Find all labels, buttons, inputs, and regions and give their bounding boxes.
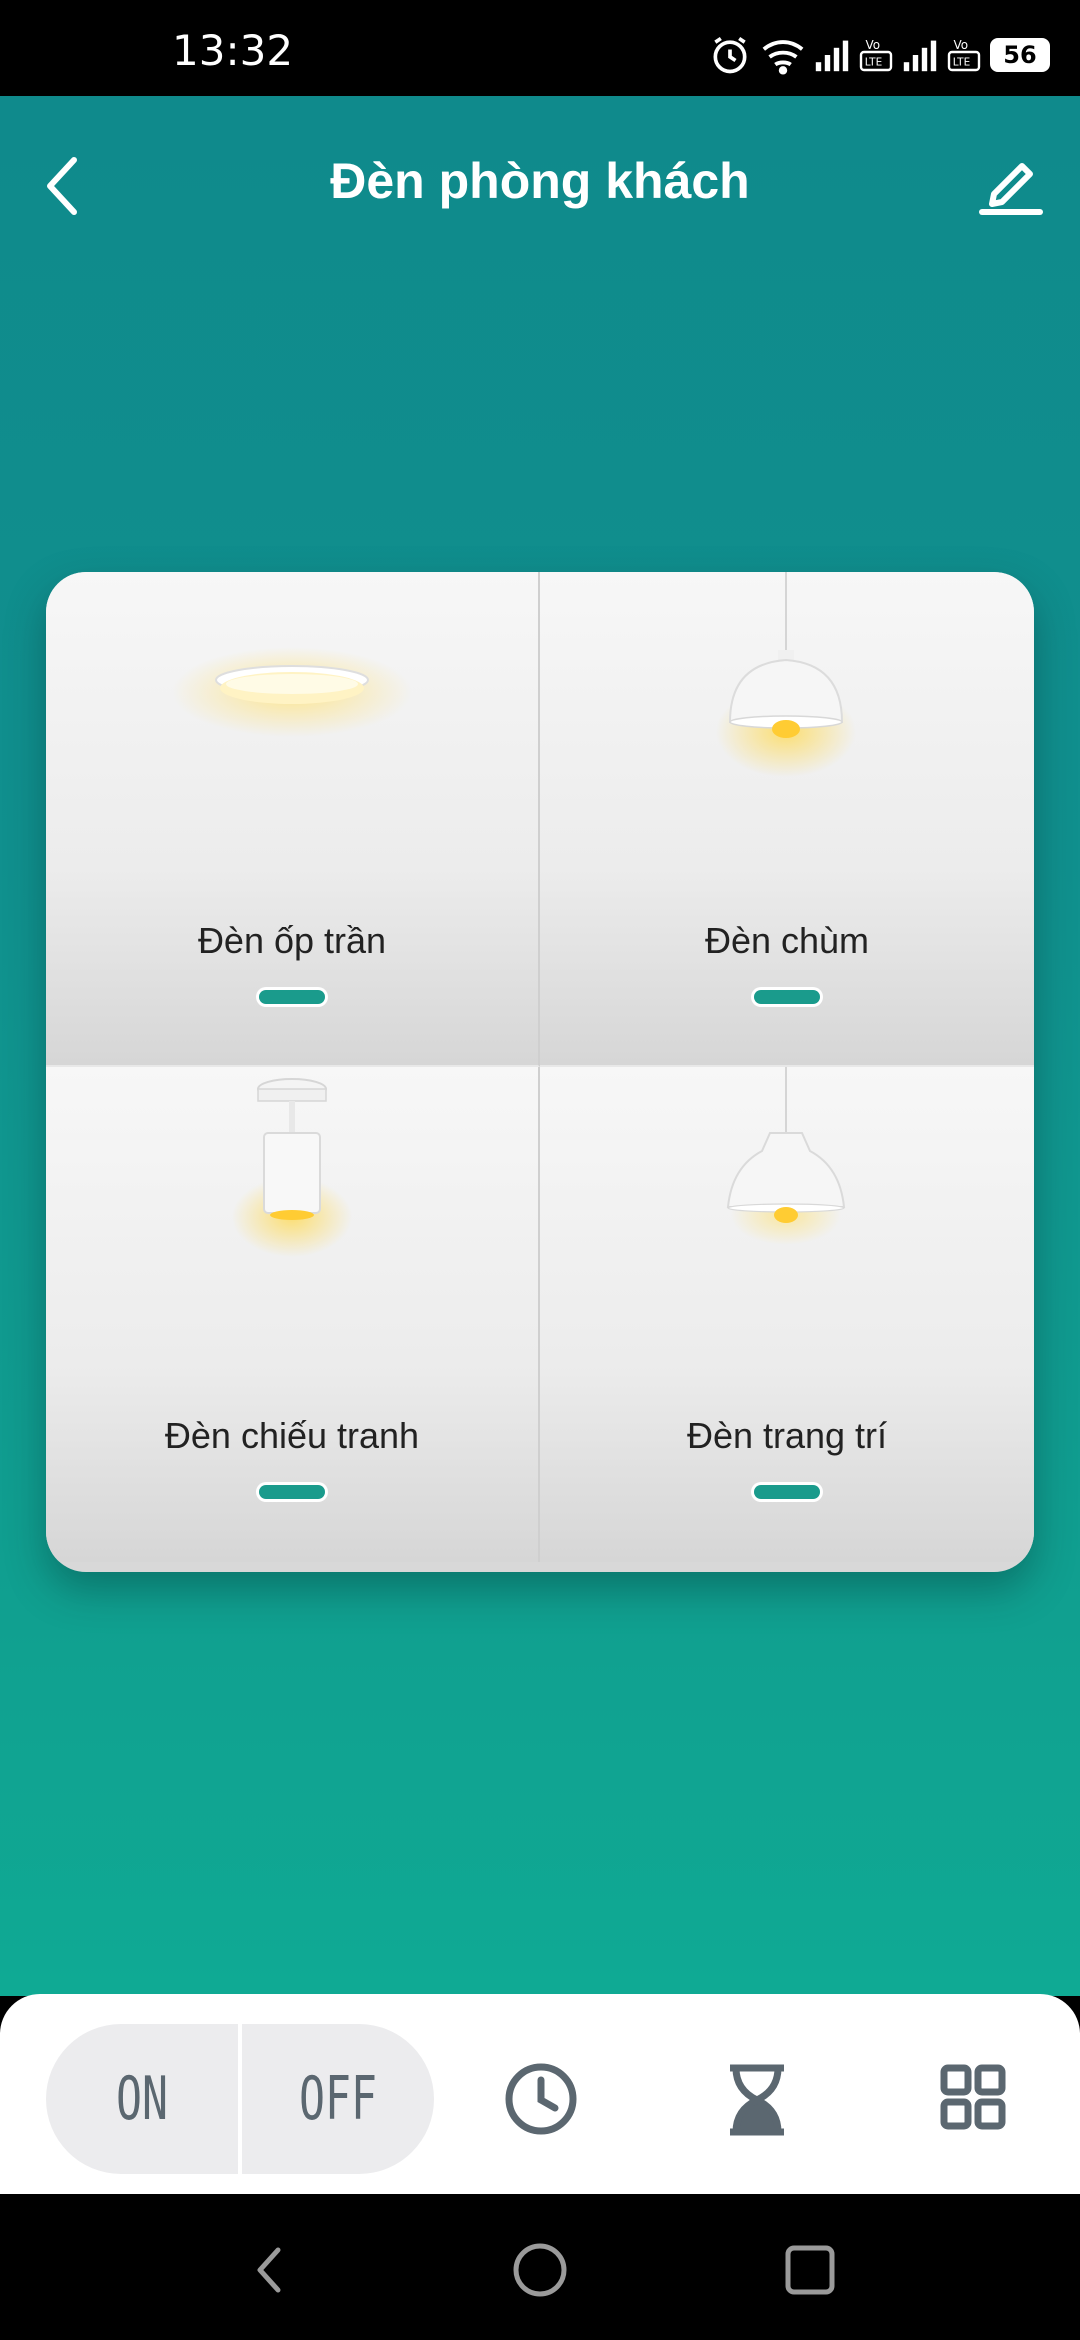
signal-icon	[903, 40, 937, 72]
wifi-icon	[762, 40, 804, 75]
light-tile-spot[interactable]: Đèn chiếu tranh	[46, 1067, 540, 1562]
timer-button[interactable]	[702, 2044, 812, 2154]
status-indicator	[259, 1485, 325, 1499]
main-area: Đèn phòng khách Đèn ốp trần Đèn chùm Đèn…	[0, 96, 1080, 1996]
volte-icon: Vo LTE	[859, 38, 893, 72]
page-title: Đèn phòng khách	[330, 153, 750, 209]
alarm-icon	[713, 36, 747, 74]
status-bar: 13:32 Vo LTE Vo LTE 56	[0, 0, 1080, 96]
toggle-divider	[238, 2024, 242, 2174]
signal-icon	[815, 40, 849, 72]
status-icons: Vo LTE Vo LTE 56	[708, 30, 1050, 80]
schedule-button[interactable]	[486, 2044, 596, 2154]
svg-text:Vo: Vo	[954, 38, 969, 52]
status-indicator	[259, 990, 325, 1004]
off-button[interactable]: OFF	[269, 2024, 407, 2174]
header: Đèn phòng khách	[0, 96, 1080, 268]
spot-light-icon	[232, 1078, 352, 1257]
svg-text:LTE: LTE	[953, 57, 970, 69]
status-indicator	[754, 1485, 820, 1499]
back-nav-button[interactable]	[230, 2230, 310, 2310]
light-tile-pendant[interactable]: Đèn chùm	[540, 572, 1034, 1067]
bottom-toolbar: ON OFF	[0, 1994, 1080, 2194]
light-label: Đèn chùm	[704, 920, 870, 961]
pencil-icon	[979, 163, 1043, 215]
decor-pendant-icon	[726, 1067, 846, 1245]
light-switch-panel: Đèn ốp trần Đèn chùm Đèn chiếu tranh Đèn…	[46, 572, 1034, 1572]
battery-level: 56	[1003, 41, 1037, 69]
status-time: 13:32	[172, 26, 294, 75]
home-nav-icon	[513, 2243, 567, 2297]
on-off-toggle: ON OFF	[46, 2024, 434, 2174]
light-label: Đèn chiếu tranh	[164, 1415, 420, 1456]
status-indicator	[754, 990, 820, 1004]
back-nav-icon	[257, 2247, 281, 2293]
light-label: Đèn trang trí	[686, 1415, 888, 1456]
recents-nav-button[interactable]	[770, 2230, 850, 2310]
grid-icon	[940, 2064, 1006, 2130]
edit-button[interactable]	[976, 148, 1046, 218]
hourglass-icon	[730, 2064, 784, 2136]
svg-text:Vo: Vo	[866, 38, 881, 52]
scenes-button[interactable]	[918, 2044, 1028, 2154]
volte-icon: Vo LTE	[947, 38, 981, 72]
light-label: Đèn ốp trần	[197, 920, 387, 961]
battery-icon: 56	[990, 38, 1050, 72]
system-nav-bar	[0, 2194, 1080, 2340]
light-tile-decor[interactable]: Đèn trang trí	[540, 1067, 1034, 1562]
pendant-light-icon	[716, 572, 856, 777]
recents-nav-icon	[785, 2245, 835, 2295]
home-nav-button[interactable]	[500, 2230, 580, 2310]
on-button[interactable]: ON	[73, 2024, 211, 2174]
svg-text:LTE: LTE	[865, 57, 882, 69]
ceiling-light-icon	[172, 647, 412, 737]
light-tile-ceiling[interactable]: Đèn ốp trần	[46, 572, 540, 1067]
clock-icon	[505, 2063, 577, 2135]
